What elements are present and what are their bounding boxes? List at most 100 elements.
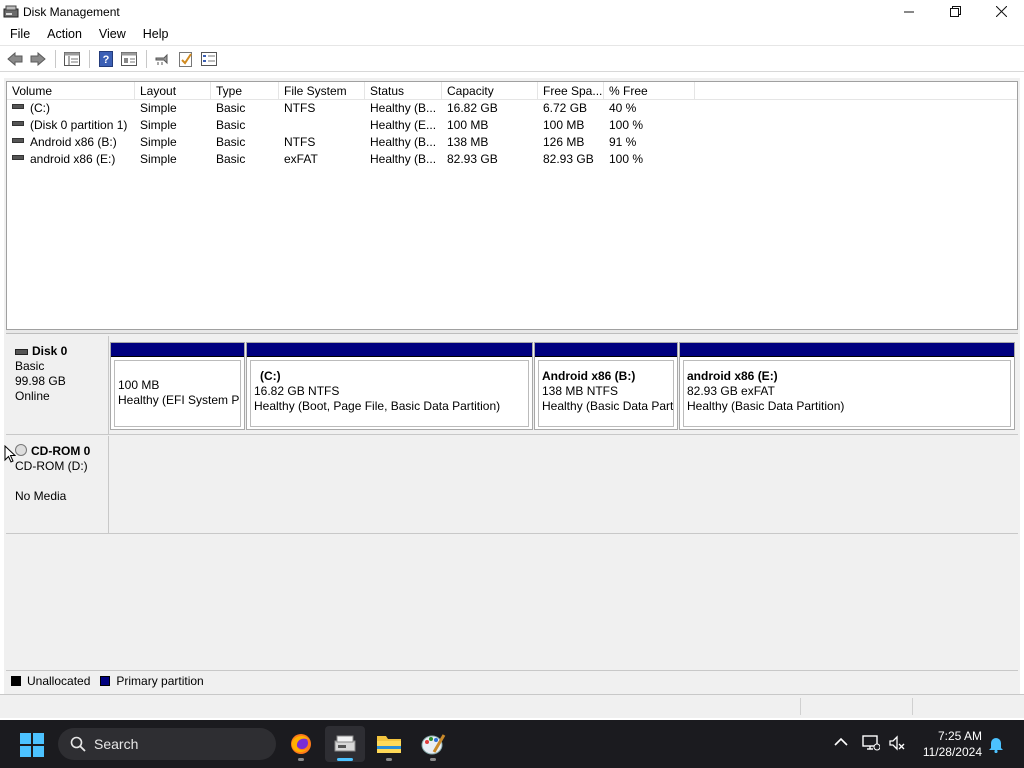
volume-type: Basic [216, 118, 246, 132]
partition-name: (C:) [260, 369, 281, 383]
status-bar-segment [912, 698, 913, 715]
taskbar-search-box[interactable]: Search [58, 728, 276, 760]
show-hidden-icons-chevron-icon[interactable] [834, 736, 848, 750]
taskbar-clock[interactable]: 7:25 AM 11/28/2024 [923, 728, 982, 760]
mouse-cursor-icon [4, 444, 17, 466]
volume-percent-free: 40 % [609, 101, 637, 115]
volume-free-space: 6.72 GB [543, 101, 588, 115]
partition-status: Healthy (Boot, Page File, Basic Data Par… [254, 399, 501, 413]
properties-icon[interactable] [118, 49, 139, 69]
paint-taskbar-icon[interactable] [413, 726, 453, 762]
volume-muted-icon[interactable] [888, 735, 906, 754]
legend: Unallocated Primary partition [6, 670, 1018, 690]
partition-b[interactable]: Android x86 (B:) 138 MB NTFS Healthy (Ba… [534, 342, 678, 430]
volume-status: Healthy (B... [370, 135, 437, 149]
volume-row[interactable]: Android x86 (B:) Simple Basic NTFS Healt… [7, 134, 1017, 151]
disk-management-app-icon [3, 5, 19, 19]
windows-start-icon[interactable] [20, 733, 44, 757]
forward-arrow-icon[interactable] [27, 49, 48, 69]
column-header-status[interactable]: Status [365, 82, 442, 99]
title-bar: Disk Management [0, 0, 1024, 23]
toolbar-separator [55, 49, 56, 68]
menu-help[interactable]: Help [133, 27, 176, 41]
column-header-file-system[interactable]: File System [279, 82, 365, 99]
window-controls [886, 0, 1024, 23]
firefox-taskbar-icon[interactable] [281, 726, 321, 762]
search-icon [70, 736, 86, 752]
partition-status: Healthy (Basic Data Partition) [687, 399, 845, 413]
clock-time: 7:25 AM [937, 729, 982, 743]
window-title: Disk Management [23, 4, 120, 19]
primary-partition-swatch [100, 675, 111, 686]
primary-partition-band [247, 343, 532, 357]
column-header-type[interactable]: Type [211, 82, 279, 99]
file-explorer-taskbar-icon[interactable] [369, 726, 409, 762]
disk-state: Online [15, 389, 50, 403]
close-button[interactable] [978, 0, 1024, 23]
legend-primary-partition: Primary partition [116, 673, 204, 688]
connect-icon[interactable] [152, 49, 173, 69]
volume-file-system [279, 117, 365, 134]
partition-e[interactable]: android x86 (E:) 82.93 GB exFAT Healthy … [679, 342, 1015, 430]
list-view-icon[interactable] [198, 49, 219, 69]
partition-efi[interactable]: 100 MB Healthy (EFI System Pa [110, 342, 245, 430]
volume-row[interactable]: android x86 (E:) Simple Basic exFAT Heal… [7, 151, 1017, 168]
volume-percent-free: 91 % [609, 135, 637, 149]
menu-file[interactable]: File [0, 27, 37, 41]
menu-view[interactable]: View [89, 27, 133, 41]
volume-capacity: 100 MB [447, 118, 489, 132]
volume-name: (Disk 0 partition 1) [30, 118, 128, 132]
cd-rom-icon [15, 443, 27, 456]
status-bar-segment [800, 698, 801, 715]
disk-type: Basic [15, 359, 45, 373]
partition-size: 138 MB NTFS [542, 384, 619, 398]
volume-type: Basic [216, 135, 246, 149]
disk-graphical-view: Disk 0 Basic 99.98 GB Online 100 MB Heal… [6, 336, 1018, 666]
partition-name: android x86 (E:) [687, 369, 778, 383]
menu-action[interactable]: Action [37, 27, 89, 41]
volume-layout: Simple [140, 118, 177, 132]
disk-name: CD-ROM 0 [31, 444, 91, 458]
disk-0-label[interactable]: Disk 0 Basic 99.98 GB Online [6, 336, 109, 434]
volume-percent-free: 100 % [609, 152, 644, 166]
volume-status: Healthy (E... [370, 118, 437, 132]
back-arrow-icon[interactable] [4, 49, 25, 69]
volume-status: Healthy (B... [370, 101, 437, 115]
partition-size: 16.82 GB NTFS [254, 384, 340, 398]
volume-layout: Simple [140, 135, 177, 149]
volume-file-system: NTFS [284, 101, 316, 115]
restore-button[interactable] [932, 0, 978, 23]
partition-size: 82.93 GB exFAT [687, 384, 775, 398]
volume-name: android x86 (E:) [30, 152, 116, 166]
disk-management-taskbar-icon[interactable] [325, 726, 365, 762]
column-header-percent-free[interactable]: % Free [604, 82, 695, 99]
drive-icon [12, 121, 24, 127]
status-bar [0, 694, 1024, 718]
column-header-capacity[interactable]: Capacity [442, 82, 538, 99]
volume-row[interactable]: (C:) Simple Basic NTFS Healthy (B... 16.… [7, 100, 1017, 117]
pane-splitter[interactable] [6, 330, 1018, 334]
disk-media: No Media [15, 489, 67, 503]
minimize-button[interactable] [886, 0, 932, 23]
show-hide-console-tree-icon[interactable] [61, 49, 82, 69]
volume-file-system: NTFS [284, 135, 316, 149]
volume-capacity: 138 MB [447, 135, 489, 149]
checklist-icon[interactable] [175, 49, 196, 69]
volume-type: Basic [216, 152, 246, 166]
volume-name: Android x86 (B:) [30, 135, 117, 149]
column-header-volume[interactable]: Volume [7, 82, 135, 99]
volume-free-space: 100 MB [543, 118, 585, 132]
network-icon[interactable] [862, 735, 881, 754]
cdrom-0-label[interactable]: CD-ROM 0 CD-ROM (D:) No Media [6, 436, 109, 533]
volume-layout: Simple [140, 101, 177, 115]
primary-partition-band [680, 343, 1014, 357]
column-header-layout[interactable]: Layout [135, 82, 211, 99]
partition-c[interactable]: (C:) 16.82 GB NTFS Healthy (Boot, Page F… [246, 342, 533, 430]
volume-type: Basic [216, 101, 246, 115]
notifications-bell-icon[interactable] [988, 736, 1004, 756]
volume-row[interactable]: (Disk 0 partition 1) Simple Basic Health… [7, 117, 1017, 134]
column-header-free-space[interactable]: Free Spa... [538, 82, 604, 99]
help-icon[interactable]: ? [95, 49, 116, 69]
drive-icon [12, 155, 24, 161]
volume-list-header: Volume Layout Type File System Status Ca… [7, 82, 1017, 100]
